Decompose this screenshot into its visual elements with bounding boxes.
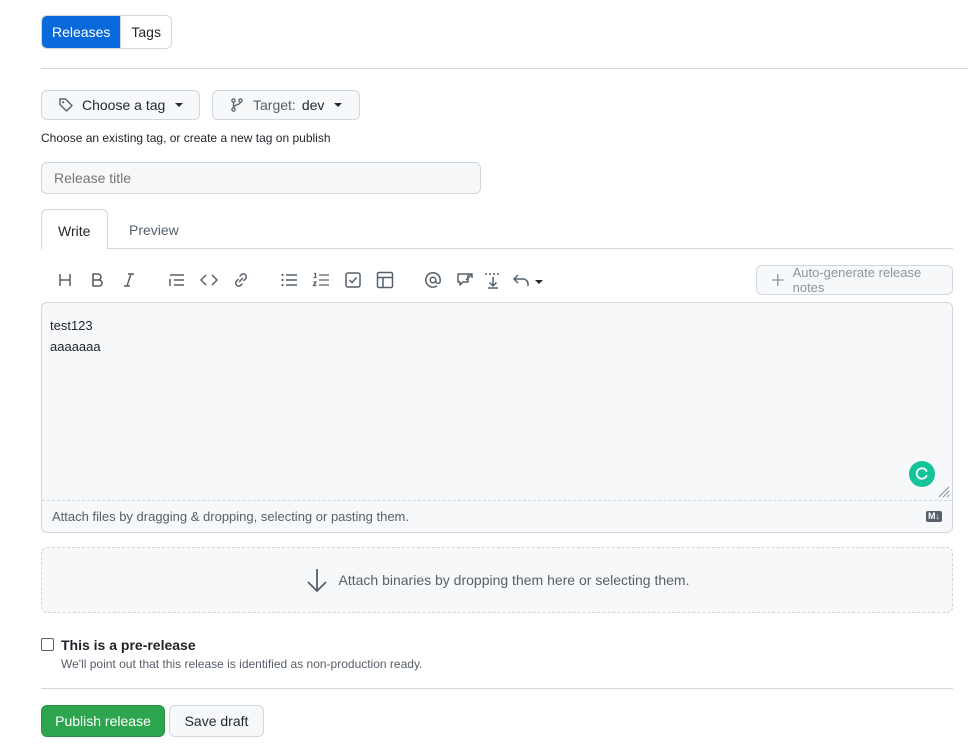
publish-release-button[interactable]: Publish release [41, 705, 165, 737]
release-title-input[interactable] [41, 162, 481, 194]
auto-generate-notes-button[interactable]: Auto-generate release notes [756, 265, 953, 295]
arrow-down-icon [306, 569, 327, 592]
details-icon[interactable] [483, 270, 503, 290]
tab-preview[interactable]: Preview [129, 222, 179, 238]
editor-line: test123 [50, 318, 93, 333]
task-list-icon[interactable] [343, 270, 363, 290]
bold-icon[interactable] [87, 270, 107, 290]
editor-line: aaaaaaa [50, 339, 101, 354]
link-icon[interactable] [231, 270, 251, 290]
prerelease-description: We'll point out that this release is ide… [61, 657, 423, 671]
release-notes-editor[interactable]: test123 aaaaaaa Attach files by dragging… [41, 302, 953, 533]
releases-tab[interactable]: Releases [42, 16, 121, 48]
quote-icon[interactable] [167, 270, 187, 290]
prerelease-label[interactable]: This is a pre-release [61, 637, 196, 653]
editor-content[interactable]: test123 aaaaaaa [50, 315, 101, 357]
binaries-label: Attach binaries by dropping them here or… [338, 572, 690, 588]
actions-divider [41, 688, 953, 689]
prerelease-checkbox[interactable] [41, 638, 54, 651]
resize-handle-icon[interactable] [936, 484, 950, 498]
heading-icon[interactable] [55, 270, 75, 290]
unordered-list-icon[interactable] [279, 270, 299, 290]
choose-tag-button[interactable]: Choose a tag [41, 90, 200, 120]
plus-icon [771, 274, 784, 286]
chevron-down-icon [175, 103, 184, 107]
chevron-down-icon[interactable] [535, 280, 543, 284]
header-divider [41, 68, 968, 69]
save-draft-button[interactable]: Save draft [169, 705, 264, 737]
tab-write[interactable]: Write [41, 209, 108, 249]
binaries-dropzone[interactable]: Attach binaries by dropping them here or… [41, 547, 953, 613]
tabs-divider [108, 248, 953, 249]
tags-tab[interactable]: Tags [120, 16, 171, 48]
target-label: Target: [253, 97, 296, 113]
chevron-down-icon [334, 103, 343, 107]
code-icon[interactable] [199, 270, 219, 290]
undo-icon[interactable] [511, 270, 531, 290]
reference-icon[interactable] [455, 270, 475, 290]
italic-icon[interactable] [119, 270, 139, 290]
table-icon[interactable] [375, 270, 395, 290]
choose-tag-label: Choose a tag [82, 97, 166, 113]
tag-icon [59, 98, 73, 112]
release-tag-switch: Releases Tags [41, 15, 172, 49]
mention-icon[interactable] [423, 270, 443, 290]
tab-write-label: Write [58, 223, 91, 239]
attach-files-hint: Attach files by dragging & dropping, sel… [52, 509, 409, 524]
tag-hint: Choose an existing tag, or create a new … [41, 131, 331, 145]
branch-icon [231, 98, 243, 112]
target-branch-button[interactable]: Target: dev [212, 90, 360, 120]
attach-files-bar[interactable]: Attach files by dragging & dropping, sel… [42, 500, 952, 532]
ordered-list-icon[interactable] [311, 270, 331, 290]
target-value: dev [301, 97, 325, 113]
grammarly-icon[interactable] [909, 461, 935, 487]
auto-generate-label: Auto-generate release notes [792, 265, 922, 295]
markdown-icon: M↓ [926, 511, 942, 522]
